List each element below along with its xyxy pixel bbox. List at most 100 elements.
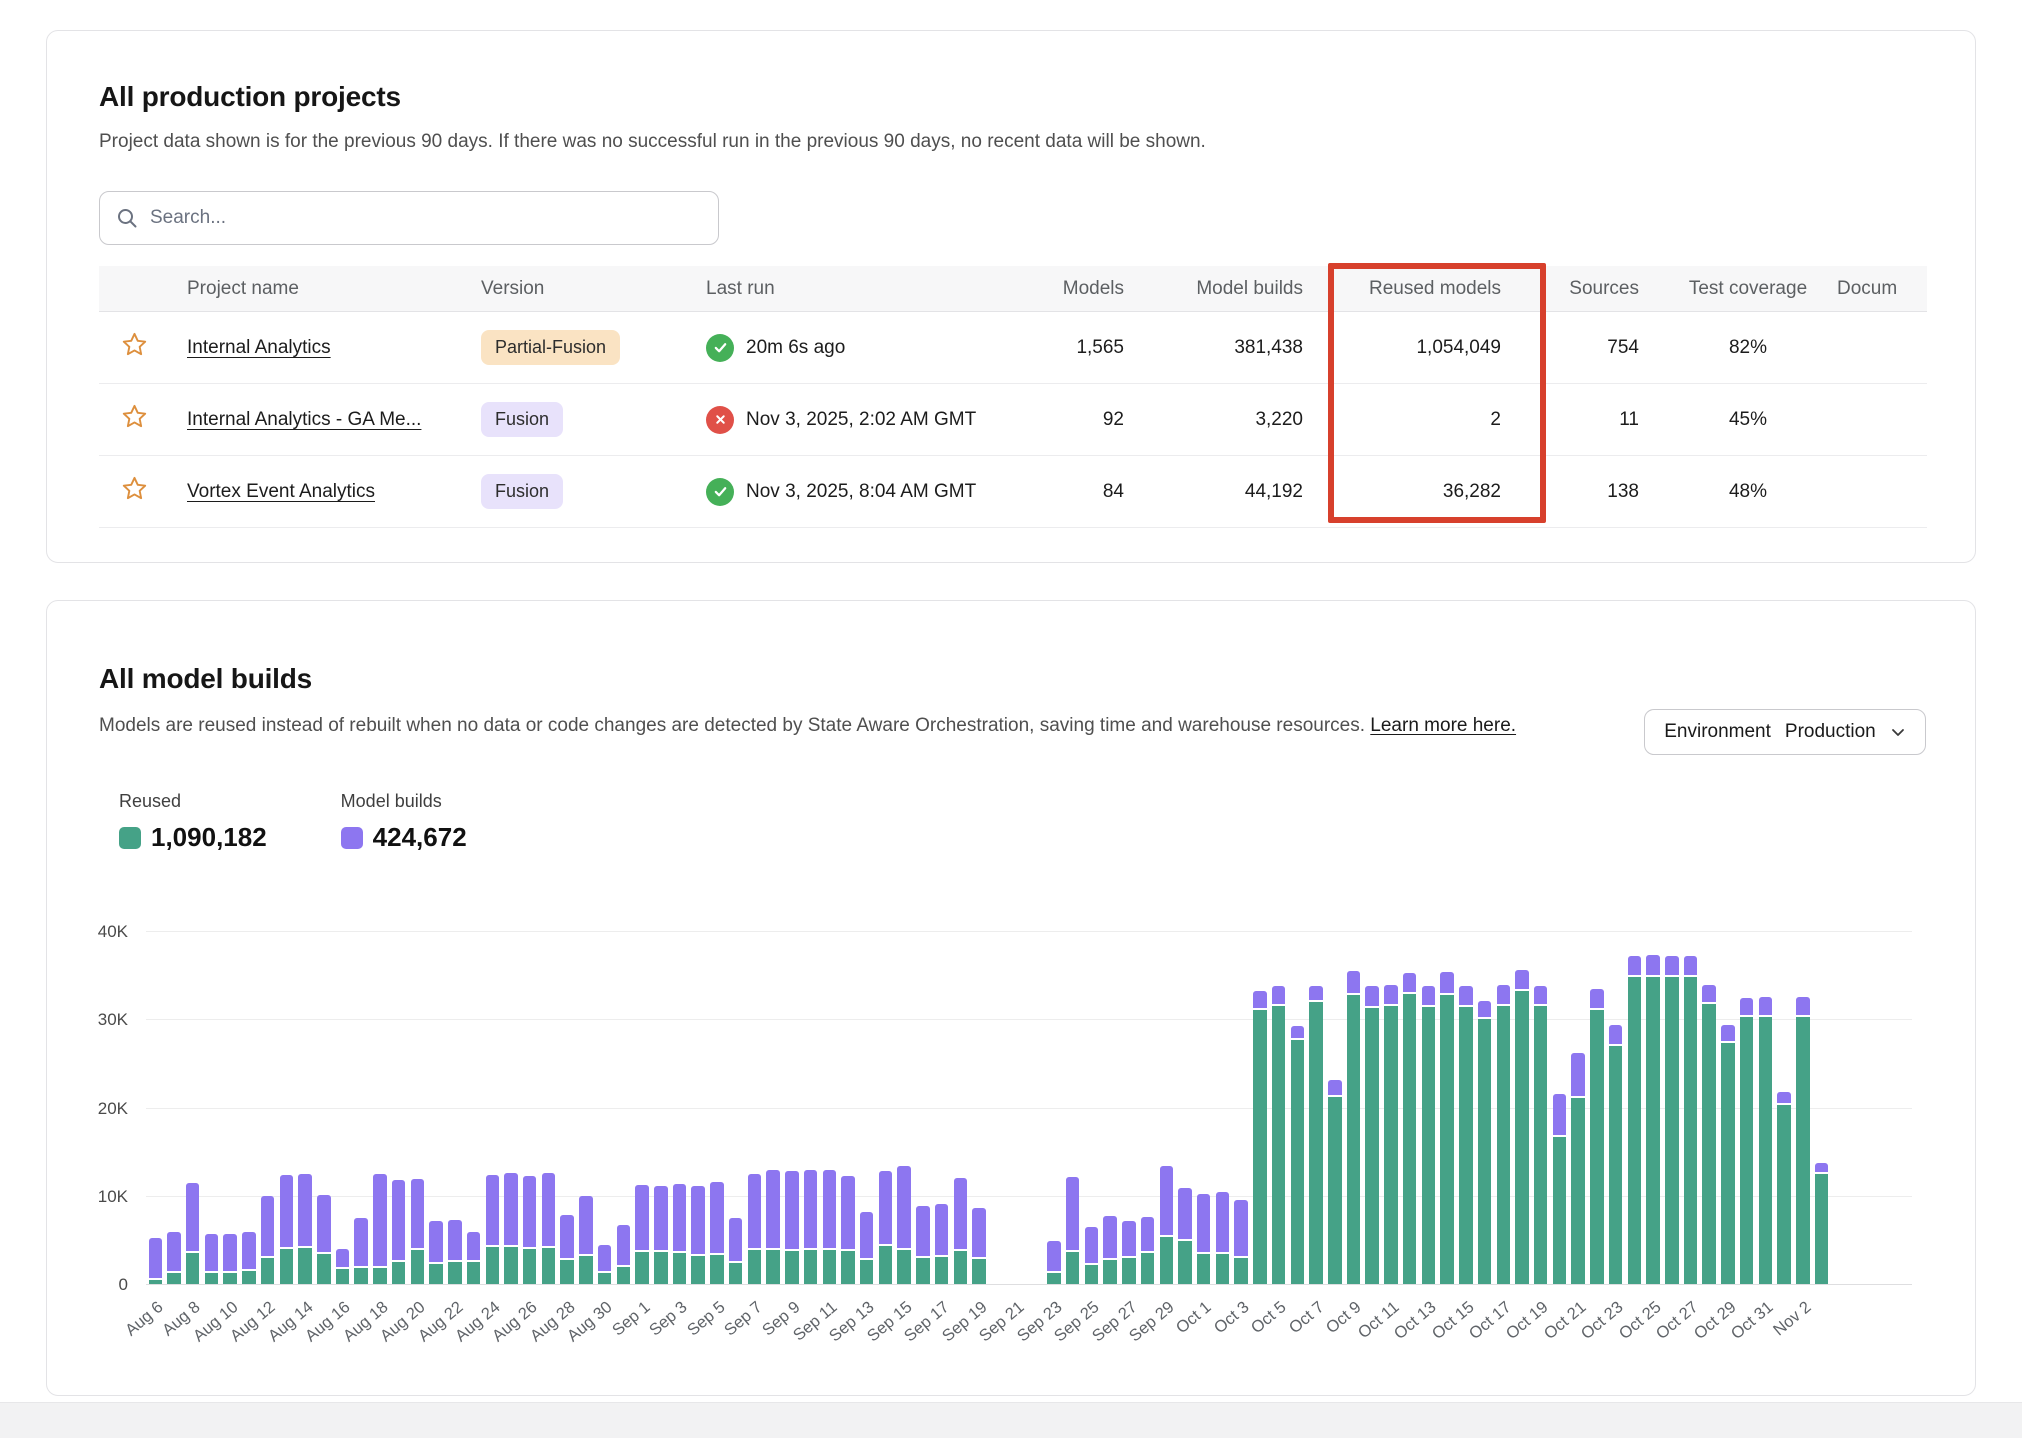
- version-badge: Partial-Fusion: [481, 330, 620, 365]
- stacked-bar: [1478, 931, 1492, 1284]
- builds-segment: [448, 1220, 462, 1260]
- builds-segment: [1422, 986, 1436, 1005]
- builds-segment: [1440, 972, 1454, 992]
- stacked-bar: [785, 931, 799, 1284]
- reused-segment: [972, 1259, 986, 1284]
- projects-table-header: Project nameVersionLast runModelsModel b…: [99, 266, 1927, 312]
- reused-segment: [1721, 1043, 1735, 1284]
- search-icon: [116, 207, 138, 229]
- stacked-bar: [1085, 931, 1099, 1284]
- column-header: Reused models: [1323, 278, 1521, 300]
- stacked-bar: [1403, 931, 1417, 1284]
- stacked-bar: [429, 931, 443, 1284]
- reused-segment: [242, 1271, 256, 1284]
- column-header: Model builds: [1144, 278, 1323, 300]
- run-error-icon: [706, 406, 734, 434]
- favorite-star-icon[interactable]: [121, 475, 148, 505]
- builds-segment: [1796, 997, 1810, 1015]
- reused-segment: [1085, 1265, 1099, 1284]
- page-bottom-strip: [0, 1402, 2022, 1438]
- stacked-bar: [897, 931, 911, 1284]
- production-projects-card: All production projects Project data sho…: [46, 30, 1976, 563]
- project-name-link[interactable]: Vortex Event Analytics: [187, 481, 375, 502]
- reused-segment: [766, 1250, 780, 1284]
- run-success-icon: [706, 478, 734, 506]
- model-builds-value: 3,220: [1144, 409, 1323, 431]
- chart-legend: Reused 1,090,182 Model builds 424,672: [119, 791, 467, 853]
- stacked-bar: [766, 931, 780, 1284]
- favorite-star-icon[interactable]: [121, 403, 148, 433]
- builds-segment: [223, 1234, 237, 1271]
- column-header: Test coverage: [1659, 278, 1837, 300]
- builds-segment: [916, 1206, 930, 1256]
- reused-segment: [1815, 1174, 1829, 1284]
- builds-segment: [467, 1232, 481, 1260]
- reused-segment: [448, 1262, 462, 1284]
- reused-segment: [223, 1273, 237, 1284]
- builds-segment: [1384, 985, 1398, 1004]
- favorite-star-icon[interactable]: [121, 331, 148, 361]
- reused-segment: [1684, 977, 1698, 1284]
- stacked-bar: [448, 931, 462, 1284]
- search-input[interactable]: [150, 207, 702, 229]
- stacked-bar: [1815, 931, 1829, 1284]
- builds-segment: [1253, 991, 1267, 1009]
- builds-segment: [879, 1171, 893, 1244]
- reused-segment: [1234, 1258, 1248, 1284]
- environment-select[interactable]: Environment Production: [1644, 709, 1926, 755]
- reused-segment: [1272, 1006, 1286, 1284]
- builds-segment: [1759, 997, 1773, 1015]
- stacked-bar: [879, 931, 893, 1284]
- stacked-bar: [1534, 931, 1548, 1284]
- legend-builds: Model builds 424,672: [341, 791, 467, 853]
- stacked-bar: [467, 931, 481, 1284]
- reused-segment: [467, 1262, 481, 1284]
- stacked-bar: [1759, 931, 1773, 1284]
- stacked-bar: [523, 931, 537, 1284]
- project-name-link[interactable]: Internal Analytics - GA Me...: [187, 409, 421, 430]
- builds-segment: [1178, 1188, 1192, 1239]
- stacked-bar: [560, 931, 574, 1284]
- builds-segment: [523, 1176, 537, 1247]
- builds-segment: [954, 1178, 968, 1249]
- table-row: Vortex Event AnalyticsFusionNov 3, 2025,…: [99, 456, 1927, 528]
- stacked-bar: [1365, 931, 1379, 1284]
- builds-segment: [1571, 1053, 1585, 1095]
- models-value: 84: [1036, 481, 1144, 503]
- legend-builds-swatch: [341, 827, 363, 849]
- reused-segment: [1178, 1241, 1192, 1284]
- stacked-bar: [223, 931, 237, 1284]
- reused-segment: [1553, 1137, 1567, 1284]
- reused-segment: [149, 1280, 163, 1284]
- reused-segment: [1609, 1046, 1623, 1284]
- project-name-link[interactable]: Internal Analytics: [187, 337, 331, 358]
- reused-segment: [1440, 995, 1454, 1284]
- reused-segment: [879, 1246, 893, 1284]
- builds-segment: [373, 1174, 387, 1266]
- stacked-bar: [392, 931, 406, 1284]
- reused-segment: [654, 1252, 668, 1284]
- reused-segment: [1328, 1097, 1342, 1284]
- builds-segment: [729, 1218, 743, 1260]
- reused-segment: [336, 1269, 350, 1284]
- legend-reused: Reused 1,090,182: [119, 791, 267, 853]
- builds-segment: [1309, 986, 1323, 1000]
- reused-segment: [186, 1253, 200, 1284]
- builds-segment: [1815, 1163, 1829, 1172]
- reused-segment: [954, 1251, 968, 1284]
- stacked-bar: [1515, 931, 1529, 1284]
- learn-more-link[interactable]: Learn more here.: [1370, 715, 1516, 736]
- builds-segment: [1777, 1092, 1791, 1103]
- builds-segment: [186, 1183, 200, 1251]
- column-header: Last run: [706, 278, 1036, 300]
- builds-card-subtitle: Models are reused instead of rebuilt whe…: [99, 715, 1516, 737]
- stacked-bar: [1459, 931, 1473, 1284]
- stacked-bar: [935, 931, 949, 1284]
- reused-segment: [542, 1248, 556, 1284]
- reused-segment: [635, 1252, 649, 1284]
- model-builds-value: 44,192: [1144, 481, 1323, 503]
- stacked-bar: [1665, 931, 1679, 1284]
- y-axis-tick-label: 0: [68, 1275, 128, 1295]
- reused-segment: [1216, 1254, 1230, 1284]
- reused-segment: [1534, 1006, 1548, 1284]
